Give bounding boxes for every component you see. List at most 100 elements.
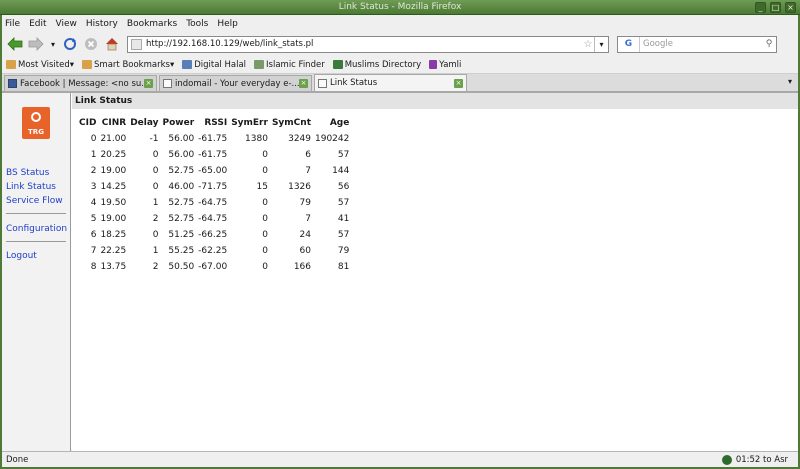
bookmark-smart-bookmarks[interactable]: Smart Bookmarks ▾ xyxy=(82,60,174,70)
table-cell: 19.00 xyxy=(100,166,127,176)
table-cell: 22.25 xyxy=(100,246,127,256)
close-button[interactable]: × xyxy=(785,2,796,13)
table-cell: 144 xyxy=(332,166,350,176)
table-row: 1 20.25 0 56.00 -61.75 0 6 57 xyxy=(77,147,351,163)
window-title: Link Status - Mozilla Firefox xyxy=(338,2,462,12)
history-dropdown-icon[interactable]: ▾ xyxy=(48,35,58,53)
back-arrow-icon[interactable] xyxy=(6,35,24,53)
tab-close-icon[interactable]: × xyxy=(454,78,463,88)
table-cell: 57 xyxy=(337,150,350,160)
table-cell: 14.25 xyxy=(100,182,127,192)
tab-facebook[interactable]: Facebook | Message: <no su... × xyxy=(4,75,157,91)
column-header: CINR xyxy=(101,118,127,128)
bookmark-most-visited[interactable]: Most Visited ▾ xyxy=(6,60,74,70)
sidebar-link-service-flow[interactable]: Service Flow xyxy=(6,196,63,206)
table-cell: 19.00 xyxy=(100,214,127,224)
maximize-button[interactable]: □ xyxy=(770,2,781,13)
sidebar-divider xyxy=(6,241,66,242)
tab-link-status[interactable]: Link Status × xyxy=(314,74,467,91)
table-header-row: CID CINR Delay Power RSSI SymErr SymCnt … xyxy=(77,115,351,131)
table-cell: -62.25 xyxy=(198,246,228,256)
table-cell: 18.25 xyxy=(100,230,127,240)
tab-close-icon[interactable]: × xyxy=(144,79,153,88)
search-input[interactable]: Google xyxy=(640,39,762,49)
table-cell: 2 xyxy=(90,166,97,176)
table-cell: 41 xyxy=(337,214,350,224)
table-cell: 56 xyxy=(337,182,350,192)
page-favicon-icon xyxy=(163,79,172,88)
sidebar-link-bs-status[interactable]: BS Status xyxy=(6,168,49,178)
url-bar[interactable]: http://192.168.10.129/web/link_stats.pl … xyxy=(127,35,609,53)
status-text: Done xyxy=(6,454,29,465)
search-magnifier-icon[interactable]: ⚲ xyxy=(762,39,776,49)
bookmark-yamli[interactable]: Yamli xyxy=(429,60,461,70)
sidebar-link-logout[interactable]: Logout xyxy=(6,251,37,261)
menu-history[interactable]: History xyxy=(86,19,118,29)
table-cell: 79 xyxy=(299,198,311,208)
stop-icon[interactable] xyxy=(82,35,100,53)
table-cell: 81 xyxy=(337,262,350,272)
table-cell: 52.75 xyxy=(168,214,195,224)
url-text[interactable]: http://192.168.10.129/web/link_stats.pl xyxy=(146,39,582,49)
bookmark-star-icon[interactable]: ☆ xyxy=(582,39,594,50)
bookmark-muslims-directory[interactable]: Muslims Directory xyxy=(332,60,421,70)
table-cell: -71.75 xyxy=(198,182,228,192)
table-row: 5 19.00 2 52.75 -64.75 0 7 41 xyxy=(77,211,351,227)
table-cell: 0 xyxy=(262,262,268,272)
menu-view[interactable]: View xyxy=(56,19,77,29)
column-header: SymErr xyxy=(231,118,268,128)
prayer-clock-icon[interactable] xyxy=(721,454,732,465)
table-cell: 20.25 xyxy=(100,150,127,160)
menu-tools[interactable]: Tools xyxy=(186,19,208,29)
url-dropdown-icon[interactable]: ▾ xyxy=(594,36,608,52)
table-row: 4 19.50 1 52.75 -64.75 0 79 57 xyxy=(77,195,351,211)
search-engine-icon[interactable]: G xyxy=(618,36,640,52)
table-cell: 1380 xyxy=(245,134,268,144)
bookmark-islamic-finder[interactable]: Islamic Finder xyxy=(254,60,325,70)
table-cell: 0 xyxy=(90,134,97,144)
minimize-button[interactable]: _ xyxy=(755,2,766,13)
muslims-directory-icon xyxy=(332,60,343,69)
table-cell: 0 xyxy=(262,166,268,176)
window-title-bar: Link Status - Mozilla Firefox _ □ × xyxy=(0,0,800,15)
table-cell: 5 xyxy=(90,214,97,224)
table-cell: 56.00 xyxy=(168,150,195,160)
forward-arrow-icon[interactable] xyxy=(27,35,45,53)
tab-close-icon[interactable]: × xyxy=(299,79,308,88)
home-icon[interactable] xyxy=(103,35,121,53)
table-cell: 3 xyxy=(90,182,97,192)
page-favicon-icon xyxy=(318,78,327,88)
reload-icon[interactable] xyxy=(61,35,79,53)
bookmark-digital-halal[interactable]: Digital Halal xyxy=(182,60,246,70)
table-cell: 7 xyxy=(90,246,97,256)
menu-bookmarks[interactable]: Bookmarks xyxy=(127,19,177,29)
table-cell: 1326 xyxy=(288,182,311,192)
sidebar-divider xyxy=(6,213,66,214)
tab-list-dropdown-icon[interactable]: ▾ xyxy=(788,77,792,86)
menu-edit[interactable]: Edit xyxy=(29,19,46,29)
table-cell: 0 xyxy=(262,198,268,208)
table-cell: 0 xyxy=(152,166,159,176)
table-cell: 13.75 xyxy=(100,262,127,272)
table-row: 2 19.00 0 52.75 -65.00 0 7 144 xyxy=(77,163,351,179)
tab-indomail[interactable]: indomail - Your everyday e-... × xyxy=(159,75,312,91)
search-bar[interactable]: G Google ⚲ xyxy=(617,35,777,53)
table-cell: 2 xyxy=(152,262,159,272)
menu-file[interactable]: File xyxy=(5,19,20,29)
sidebar-link-link-status[interactable]: Link Status xyxy=(6,182,56,192)
table-cell: 19.50 xyxy=(100,198,127,208)
table-cell: 0 xyxy=(152,150,159,160)
column-header: RSSI xyxy=(204,118,228,128)
table-cell: 0 xyxy=(152,230,159,240)
digital-halal-icon xyxy=(182,60,193,69)
table-cell: 21.00 xyxy=(100,134,127,144)
table-cell: 55.25 xyxy=(168,246,195,256)
bookmarks-toolbar: Most Visited ▾ Smart Bookmarks ▾ Digital H… xyxy=(2,56,798,74)
table-cell: 0 xyxy=(262,150,268,160)
islamic-finder-icon xyxy=(254,60,265,69)
site-identity-icon[interactable] xyxy=(131,38,142,50)
menu-help[interactable]: Help xyxy=(217,19,238,29)
table-cell: 7 xyxy=(305,214,311,224)
sidebar-link-configuration[interactable]: Configuration xyxy=(6,224,67,234)
table-cell: 8 xyxy=(90,262,97,272)
